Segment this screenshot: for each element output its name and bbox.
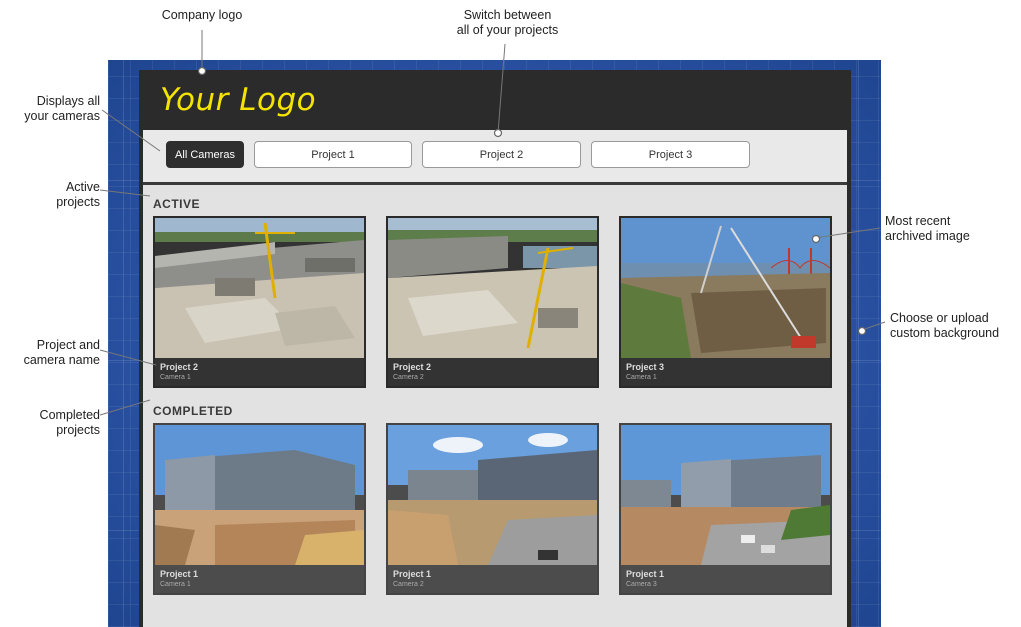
camera-card[interactable]: Project 2 Camera 1 [153, 216, 366, 388]
company-logo[interactable]: Your Logo [160, 82, 316, 118]
camera-grid: ACTIVE Project 2 Camera 1 Project 2 Came… [143, 185, 847, 627]
camera-card[interactable]: Project 1 Camera 3 [619, 423, 832, 595]
section-title-completed: COMPLETED [153, 404, 233, 418]
card-camera-name: Camera 3 [626, 581, 657, 588]
annotation-switch-projects: Switch between all of your projects [456, 8, 559, 37]
camera-thumbnail [621, 425, 830, 565]
camera-thumbnail [155, 425, 364, 565]
camera-thumbnail [388, 425, 597, 565]
annotation-completed-projects: Completed projects [39, 408, 100, 437]
camera-card[interactable]: Project 2 Camera 2 [386, 216, 599, 388]
card-camera-name: Camera 2 [393, 581, 424, 588]
tab-project-2[interactable]: Project 2 [422, 141, 581, 168]
card-camera-name: Camera 1 [160, 581, 191, 588]
tab-project-1[interactable]: Project 1 [254, 141, 412, 168]
camera-card[interactable]: Project 1 Camera 2 [386, 423, 599, 595]
annotation-project-camera: Project and camera name [23, 338, 100, 367]
card-camera-name: Camera 2 [393, 374, 424, 381]
camera-thumbnail [388, 218, 597, 358]
camera-thumbnail [621, 218, 830, 358]
card-project-name: Project 2 [393, 362, 432, 372]
annotation-company-logo: Company logo [161, 8, 243, 22]
tab-project-3[interactable]: Project 3 [591, 141, 750, 168]
annotation-active-projects: Active projects [56, 180, 100, 209]
card-project-name: Project 3 [626, 362, 665, 372]
app-frame: Your Logo All Cameras Project 1 Project … [139, 70, 851, 627]
section-title-active: ACTIVE [153, 197, 201, 211]
camera-card[interactable]: Project 1 Camera 1 [153, 423, 366, 595]
camera-thumbnail [155, 218, 364, 358]
annotation-choose-background: Choose or upload custom background [890, 311, 1000, 340]
project-tabs: All Cameras Project 1 Project 2 Project … [143, 130, 847, 185]
card-camera-name: Camera 1 [160, 374, 191, 381]
annotation-displays-cameras: Displays all your cameras [24, 94, 100, 123]
camera-card[interactable]: Project 3 Camera 1 [619, 216, 832, 388]
annotation-most-recent: Most recent archived image [885, 214, 970, 243]
header: Your Logo [139, 70, 851, 130]
card-project-name: Project 1 [393, 569, 432, 579]
card-project-name: Project 1 [160, 569, 199, 579]
tab-all-cameras[interactable]: All Cameras [166, 141, 244, 168]
card-project-name: Project 1 [626, 569, 665, 579]
card-project-name: Project 2 [160, 362, 199, 372]
card-camera-name: Camera 1 [626, 374, 657, 381]
